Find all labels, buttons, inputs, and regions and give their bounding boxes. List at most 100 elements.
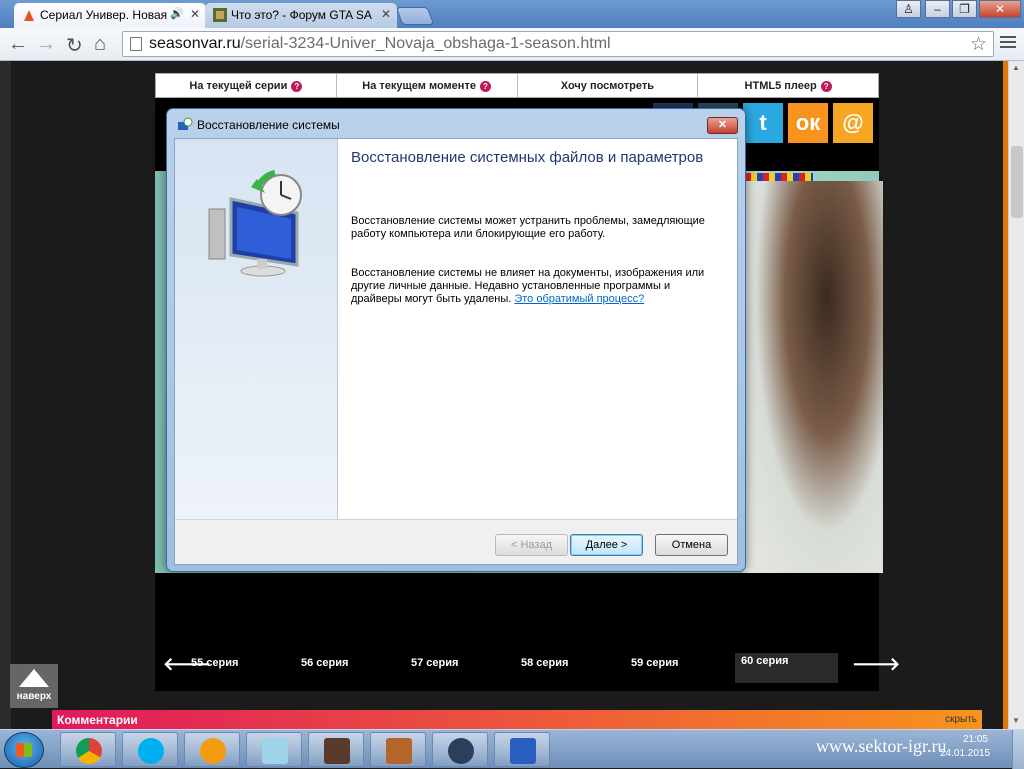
episode-list: 🡐 55 серия 56 серия 57 серия 58 серия 59…: [155, 650, 900, 690]
gta-forum-favicon-icon: [213, 8, 227, 22]
menu-item-html5-player[interactable]: HTML5 плеер?: [698, 74, 878, 97]
scrollbar-thumb[interactable]: [1011, 146, 1023, 218]
tab-title: Сериал Универ. Новая: [40, 8, 168, 22]
windows-taskbar: www.sektor-igr.ru 21:05 24.01.2015: [0, 729, 1024, 769]
minimize-button[interactable]: –: [925, 0, 950, 18]
forward-arrow-icon[interactable]: →: [36, 33, 56, 56]
tab-title: Что это? - Форум GTA SA: [231, 8, 372, 22]
up-arrow-icon: [19, 669, 49, 687]
aimp-icon: [200, 738, 226, 764]
help-icon[interactable]: ?: [820, 81, 832, 92]
bookmark-star-icon[interactable]: ☆: [970, 33, 987, 56]
menu-label: На текущем моменте: [362, 80, 476, 92]
restore-button[interactable]: ❐: [952, 0, 977, 18]
seasonvar-favicon-icon: [24, 10, 34, 21]
skype-icon: [138, 738, 164, 764]
url-host: seasonvar.ru: [149, 35, 241, 52]
taskbar-chrome[interactable]: [60, 732, 116, 767]
tab-inactive[interactable]: Что это? - Форум GTA SA ✕: [205, 3, 397, 28]
watermark-text: www.sektor-igr.ru: [816, 736, 947, 756]
home-icon[interactable]: ⌂: [94, 33, 106, 56]
twitter-icon[interactable]: t: [743, 103, 783, 143]
help-icon[interactable]: ?: [291, 81, 303, 92]
taskbar-system-restore[interactable]: [494, 732, 550, 767]
next-episodes-arrow-icon[interactable]: 🡒: [852, 654, 900, 675]
system-restore-dialog: Восстановление системы ✕ Восстановление …: [166, 108, 746, 572]
show-desktop-button[interactable]: [1012, 730, 1024, 769]
video-frame-person: [743, 181, 883, 573]
url-path: /serial-3234-Univer_Novaja_obshaga-1-sea…: [240, 35, 611, 52]
dialog-footer: < Назад Далее > Отмена: [175, 520, 737, 564]
odnoklassniki-icon[interactable]: ок: [788, 103, 828, 143]
system-restore-icon: [510, 738, 536, 764]
back-button[interactable]: < Назад: [495, 534, 568, 556]
comments-hide-button[interactable]: скрыть: [945, 714, 977, 725]
clock-time: 21:05: [962, 734, 988, 745]
address-bar[interactable]: seasonvar.ru/serial-3234-Univer_Novaja_o…: [122, 31, 994, 57]
to-top-label: наверх: [16, 691, 52, 702]
mail-icon[interactable]: @: [833, 103, 873, 143]
episode-item[interactable]: 58 серия: [521, 657, 568, 669]
audio-playing-icon: 🔊: [170, 8, 184, 20]
menu-label: На текущей серии: [189, 80, 288, 92]
episode-item-current[interactable]: 60 серия: [735, 653, 838, 683]
dialog-title: Восстановление системы: [197, 118, 340, 132]
taskbar-gta[interactable]: [308, 732, 364, 767]
taskbar-aimp[interactable]: [184, 732, 240, 767]
next-button[interactable]: Далее >: [570, 534, 643, 556]
dialog-side-panel: [175, 139, 338, 519]
close-tab-icon[interactable]: ✕: [190, 7, 200, 21]
tab-active[interactable]: Сериал Универ. Новая 🔊 ✕: [14, 3, 206, 28]
system-restore-icon: [178, 117, 193, 130]
dialog-close-button[interactable]: ✕: [707, 117, 738, 134]
site-menu: На текущей серии? На текущем моменте? Хо…: [155, 73, 879, 98]
clock-date: 24.01.2015: [940, 748, 991, 759]
episode-item[interactable]: 55 серия: [191, 657, 238, 669]
dialog-paragraph-1: Восстановление системы может устранить п…: [351, 215, 705, 240]
scroll-up-icon[interactable]: ▲: [1012, 63, 1020, 72]
comments-title: Комментарии: [57, 713, 138, 727]
episode-item[interactable]: 57 серия: [411, 657, 458, 669]
user-profile-button[interactable]: ♙: [896, 0, 921, 18]
page-icon: [130, 37, 142, 51]
dialog-paragraph-2: Восстановление системы не влияет на доку…: [351, 267, 711, 306]
help-icon[interactable]: ?: [479, 81, 491, 92]
episode-item[interactable]: 56 серия: [301, 657, 348, 669]
dialog-body: Восстановление системных файлов и параме…: [174, 138, 738, 565]
comments-header: Комментарии скрыть: [52, 710, 982, 729]
browser-tab-strip: Сериал Универ. Новая 🔊 ✕ Что это? - Фору…: [0, 0, 1024, 28]
computer-restore-illustration-icon: [208, 170, 302, 277]
cancel-button[interactable]: Отмена: [655, 534, 728, 556]
scroll-down-icon[interactable]: ▼: [1012, 716, 1020, 725]
page-left-border: [0, 61, 11, 729]
gta-sa-icon: [386, 738, 412, 764]
menu-item-want-to-watch[interactable]: Хочу посмотреть: [518, 74, 699, 97]
taskbar-skype[interactable]: [122, 732, 178, 767]
menu-label: HTML5 плеер: [744, 80, 817, 92]
new-tab-button[interactable]: [395, 7, 435, 25]
gta-icon: [324, 738, 350, 764]
close-tab-icon[interactable]: ✕: [381, 7, 391, 21]
episode-item[interactable]: 59 серия: [631, 657, 678, 669]
menu-item-current-episode[interactable]: На текущей серии?: [156, 74, 337, 97]
windows-logo-icon: [16, 743, 32, 757]
dialog-heading: Восстановление системных файлов и параме…: [351, 149, 704, 166]
menu-item-current-moment[interactable]: На текущем моменте?: [337, 74, 518, 97]
chrome-menu-icon[interactable]: [1000, 36, 1016, 51]
system-clock[interactable]: 21:05 24.01.2015: [940, 733, 991, 761]
to-top-button[interactable]: наверх: [10, 664, 58, 708]
back-arrow-icon[interactable]: ←: [8, 33, 28, 56]
taskbar-steam[interactable]: [432, 732, 488, 767]
reload-icon[interactable]: ↻: [66, 33, 83, 58]
menu-label: Хочу посмотреть: [560, 80, 654, 92]
browser-toolbar: ← → ↻ ⌂ seasonvar.ru/serial-3234-Univer_…: [0, 28, 1024, 61]
taskbar-notepad[interactable]: [246, 732, 302, 767]
close-window-button[interactable]: ✕: [979, 0, 1021, 18]
start-button[interactable]: [4, 732, 44, 768]
taskbar-gta-sa[interactable]: [370, 732, 426, 767]
reversible-process-link[interactable]: Это обратимый процесс?: [514, 293, 644, 305]
notepad-icon: [262, 738, 288, 764]
steam-icon: [448, 738, 474, 764]
scrollbar[interactable]: ▲ ▼: [1008, 61, 1024, 729]
flags-strip: [745, 173, 813, 181]
